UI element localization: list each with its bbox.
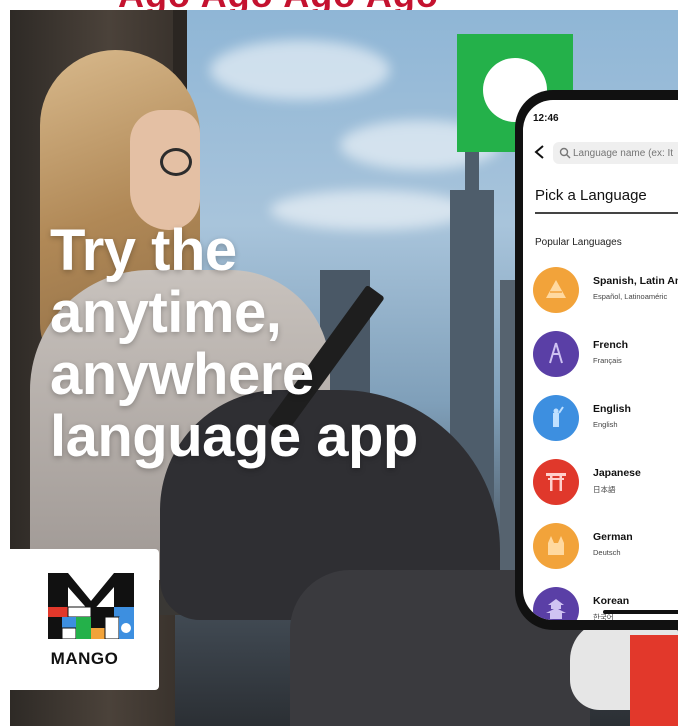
pagoda-icon — [533, 587, 579, 620]
language-native: Deutsch — [593, 548, 621, 557]
ad-banner[interactable]: Try the anytime, anywhere language app M… — [10, 10, 678, 726]
mango-logo-icon — [48, 573, 134, 639]
torii-gate-icon — [533, 459, 579, 505]
home-indicator — [603, 610, 678, 614]
language-native: 日本語 — [593, 485, 616, 494]
castle-icon — [533, 523, 579, 569]
mango-logo-card[interactable]: MANGO — [10, 549, 159, 690]
page-title: Pick a Language — [535, 187, 647, 204]
headline-line: anywhere — [50, 342, 314, 407]
language-item-korean[interactable]: Korean 한국어 — [533, 587, 678, 620]
language-native: Español, Latinoaméric — [593, 292, 668, 301]
headline: Try the anytime, anywhere language app — [50, 220, 490, 468]
phone-screen: 12:46 Pick a Language Popular Languages … — [523, 100, 678, 620]
eiffel-tower-icon — [533, 331, 579, 377]
language-name: German — [593, 531, 633, 543]
language-name: French — [593, 339, 629, 351]
headline-line: Try the — [50, 218, 237, 283]
language-item-spanish[interactable]: Spanish, Latin Am Español, Latinoaméric — [533, 267, 678, 323]
glasses — [160, 148, 192, 176]
back-arrow-icon[interactable] — [533, 144, 547, 160]
headline-line: language app — [50, 404, 418, 469]
search-field[interactable] — [553, 142, 678, 164]
brand-name: MANGO — [50, 649, 119, 668]
cropped-heading: Ago Ago Ago Ago — [118, 0, 439, 10]
pyramid-icon — [533, 267, 579, 313]
title-underline — [535, 212, 678, 214]
red-accent — [630, 635, 678, 726]
language-name: English — [593, 403, 631, 415]
search-input[interactable] — [573, 142, 678, 164]
language-item-german[interactable]: German Deutsch — [533, 523, 678, 579]
language-item-japanese[interactable]: Japanese 日本語 — [533, 459, 678, 515]
status-time: 12:46 — [533, 113, 559, 124]
top-strip: Ago Ago Ago Ago — [0, 0, 684, 10]
language-native: Français — [593, 356, 622, 365]
language-name: Korean — [593, 595, 630, 607]
language-name: Spanish, Latin Am — [593, 275, 678, 287]
language-name: Japanese — [593, 467, 641, 479]
statue-of-liberty-icon — [533, 395, 579, 441]
search-icon — [559, 147, 571, 159]
language-native: English — [593, 420, 618, 429]
section-label: Popular Languages — [535, 237, 622, 248]
language-item-english[interactable]: English English — [533, 395, 678, 451]
language-item-french[interactable]: French Français — [533, 331, 678, 387]
headline-line: anytime, — [50, 280, 282, 345]
